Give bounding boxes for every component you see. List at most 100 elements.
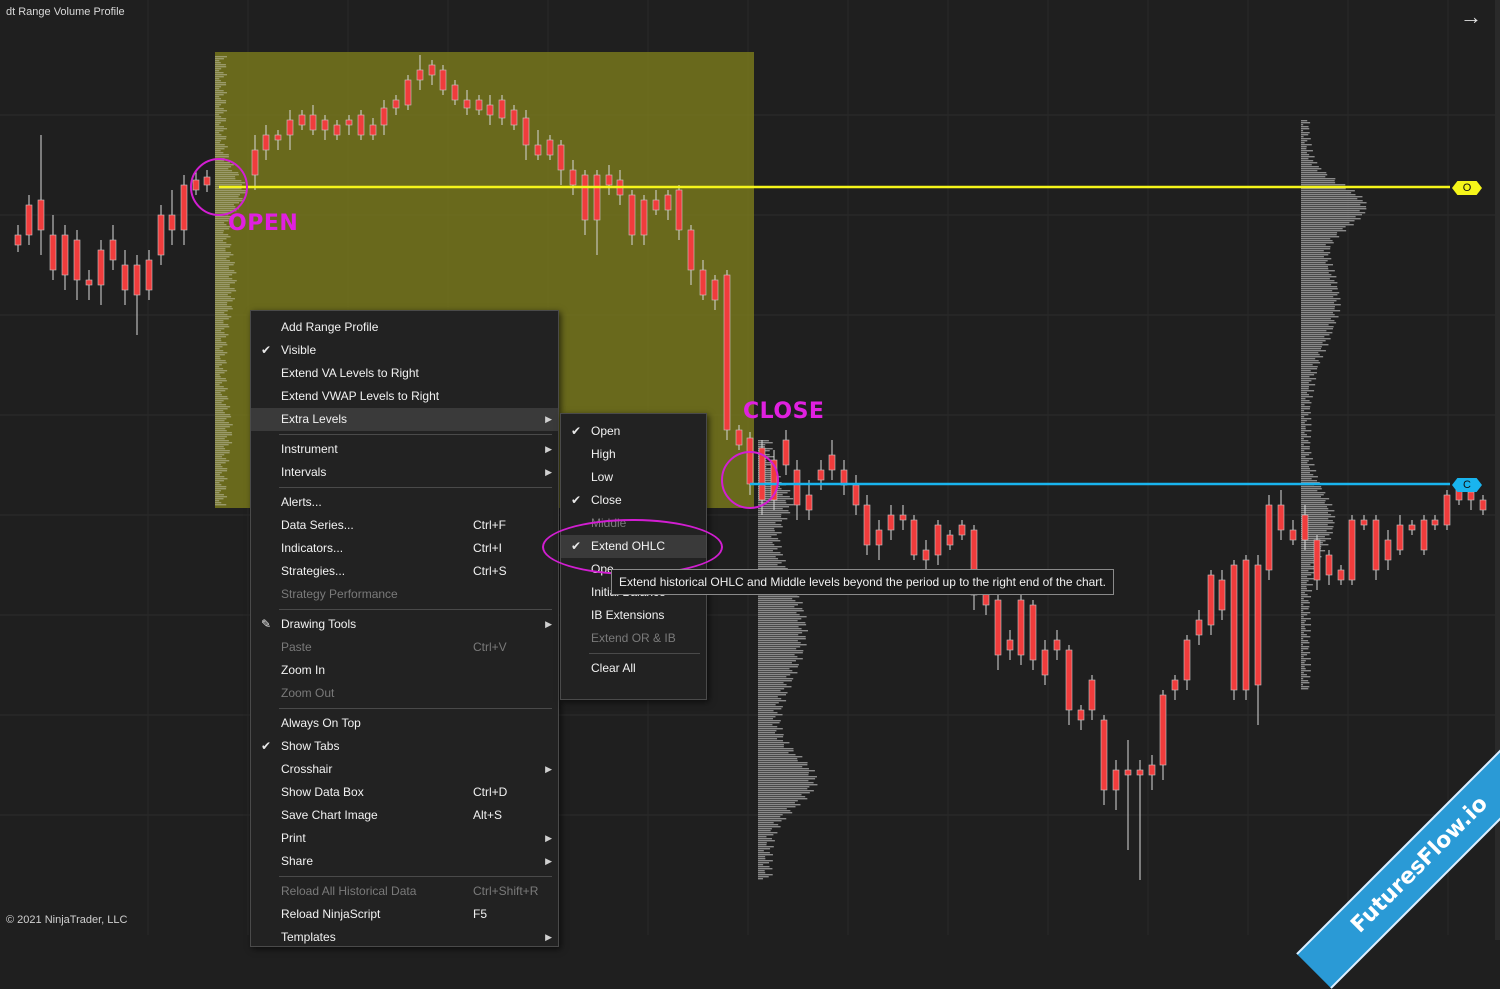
candle-body — [451, 84, 459, 101]
candle-body — [1100, 719, 1108, 791]
volume-profile-bar — [758, 626, 799, 628]
submenu-item-clear-all[interactable]: Clear All — [561, 657, 706, 680]
menu-item-always-on-top[interactable]: Always On Top — [251, 712, 558, 735]
volume-profile-bar — [215, 358, 221, 360]
volume-profile-bar — [758, 616, 807, 618]
volume-profile-bar — [758, 690, 781, 692]
volume-profile-bar — [758, 870, 765, 872]
menu-item-print[interactable]: Print ▶ — [251, 827, 558, 850]
volume-profile-bar — [215, 452, 230, 454]
volume-profile-bar — [758, 670, 793, 672]
volume-profile-bar — [215, 370, 228, 372]
menu-item-reload-ninjascript[interactable]: Reload NinjaScript F5 — [251, 903, 558, 926]
volume-profile-bar — [758, 658, 803, 660]
menu-item-label: Drawing Tools — [281, 617, 357, 631]
volume-profile-bar — [758, 706, 783, 708]
volume-profile-bar — [1301, 390, 1315, 392]
menu-item-intervals[interactable]: Intervals ▶ — [251, 461, 558, 484]
candle-body — [1277, 504, 1285, 531]
volume-profile-bar — [1301, 176, 1326, 178]
candle-body — [1396, 524, 1404, 551]
volume-profile-bar — [215, 278, 233, 280]
candle-body — [1348, 519, 1356, 581]
volume-profile-bar — [1301, 286, 1338, 288]
volume-profile-bar — [215, 224, 227, 226]
volume-profile-bar — [215, 148, 225, 150]
volume-profile-bar — [1301, 348, 1321, 350]
volume-profile-bar — [1301, 454, 1310, 456]
menu-item-visible[interactable]: ✔ Visible — [251, 339, 558, 362]
volume-profile-bar — [758, 710, 774, 712]
volume-profile-bar — [215, 492, 220, 494]
menu-item-label: Visible — [281, 343, 317, 357]
volume-profile-bar — [1301, 498, 1330, 500]
menu-item-extend-va-levels-to-right[interactable]: Extend VA Levels to Right — [251, 362, 558, 385]
volume-profile-bar — [758, 522, 776, 524]
candle-body — [1171, 679, 1179, 691]
candle-body — [1265, 504, 1273, 571]
submenu-item-open[interactable]: ✔ Open — [561, 420, 706, 443]
menu-item-indicators[interactable]: Indicators... Ctrl+I — [251, 537, 558, 560]
menu-item-alerts[interactable]: Alerts... — [251, 491, 558, 514]
checkmark-icon: ✔ — [570, 493, 582, 507]
submenu-item-high[interactable]: High — [561, 443, 706, 466]
candle-body — [1242, 559, 1250, 691]
menu-item-save-chart-image[interactable]: Save Chart Image Alt+S — [251, 804, 558, 827]
volume-profile-bar — [1301, 408, 1310, 410]
volume-profile-bar — [215, 146, 228, 148]
menu-item-share[interactable]: Share ▶ — [251, 850, 558, 873]
volume-profile-bar — [1301, 424, 1312, 426]
volume-profile-bar — [1301, 326, 1334, 328]
volume-profile-bar — [215, 324, 229, 326]
volume-profile-bar — [1301, 278, 1330, 280]
volume-profile-bar — [758, 864, 764, 866]
volume-profile-bar — [1301, 324, 1329, 326]
volume-profile-bar — [215, 362, 227, 364]
volume-profile-bar — [215, 330, 222, 332]
volume-profile-bar — [215, 60, 220, 62]
volume-profile-bar — [1301, 438, 1304, 440]
menu-item-extra-levels[interactable]: Extra Levels ▶ — [251, 408, 558, 431]
volume-profile-bar — [1301, 458, 1313, 460]
menu-item-shortcut: Ctrl+F — [473, 518, 506, 532]
volume-profile-bar — [1301, 312, 1334, 314]
menu-item-show-data-box[interactable]: Show Data Box Ctrl+D — [251, 781, 558, 804]
volume-profile-bar — [1301, 630, 1311, 632]
menu-item-extend-vwap-levels-to-right[interactable]: Extend VWAP Levels to Right — [251, 385, 558, 408]
volume-profile-bar — [215, 318, 229, 320]
menu-item-zoom-in[interactable]: Zoom In — [251, 659, 558, 682]
volume-profile-bar — [758, 862, 770, 864]
menu-item-instrument[interactable]: Instrument ▶ — [251, 438, 558, 461]
volume-profile-bar — [758, 824, 779, 826]
arrow-right-icon[interactable]: → — [1460, 6, 1482, 28]
menu-item-strategy-performance: Strategy Performance — [251, 583, 558, 606]
menu-item-show-tabs[interactable]: ✔ Show Tabs — [251, 735, 558, 758]
menu-item-add-range-profile[interactable]: Add Range Profile — [251, 316, 558, 339]
volume-profile-bar — [215, 56, 227, 58]
candle-body — [793, 469, 801, 506]
menu-item-drawing-tools[interactable]: ✎ Drawing Tools ▶ — [251, 613, 558, 636]
candle-body — [899, 514, 907, 521]
volume-profile-bar — [758, 674, 791, 676]
candle-body — [486, 104, 494, 116]
candle-body — [605, 174, 613, 186]
volume-profile-bar — [1301, 378, 1317, 380]
volume-profile-bar — [215, 260, 230, 262]
submenu-item-ib-extensions[interactable]: IB Extensions — [561, 604, 706, 627]
volume-profile-bar — [215, 94, 224, 96]
menu-item-templates[interactable]: Templates ▶ — [251, 926, 558, 949]
volume-profile-bar — [215, 484, 222, 486]
volume-profile-bar — [758, 682, 784, 684]
volume-profile-bar — [758, 786, 810, 788]
submenu-item-close[interactable]: ✔ Close — [561, 489, 706, 512]
submenu-item-low[interactable]: Low — [561, 466, 706, 489]
volume-profile-bar — [758, 520, 782, 522]
volume-profile-bar — [1301, 144, 1312, 146]
menu-item-strategies[interactable]: Strategies... Ctrl+S — [251, 560, 558, 583]
menu-item-data-series[interactable]: Data Series... Ctrl+F — [251, 514, 558, 537]
volume-profile-bar — [758, 618, 802, 620]
volume-profile-bar — [758, 848, 771, 850]
candle-body — [1420, 519, 1428, 551]
menu-item-crosshair[interactable]: Crosshair ▶ — [251, 758, 558, 781]
candle-body — [875, 529, 883, 546]
